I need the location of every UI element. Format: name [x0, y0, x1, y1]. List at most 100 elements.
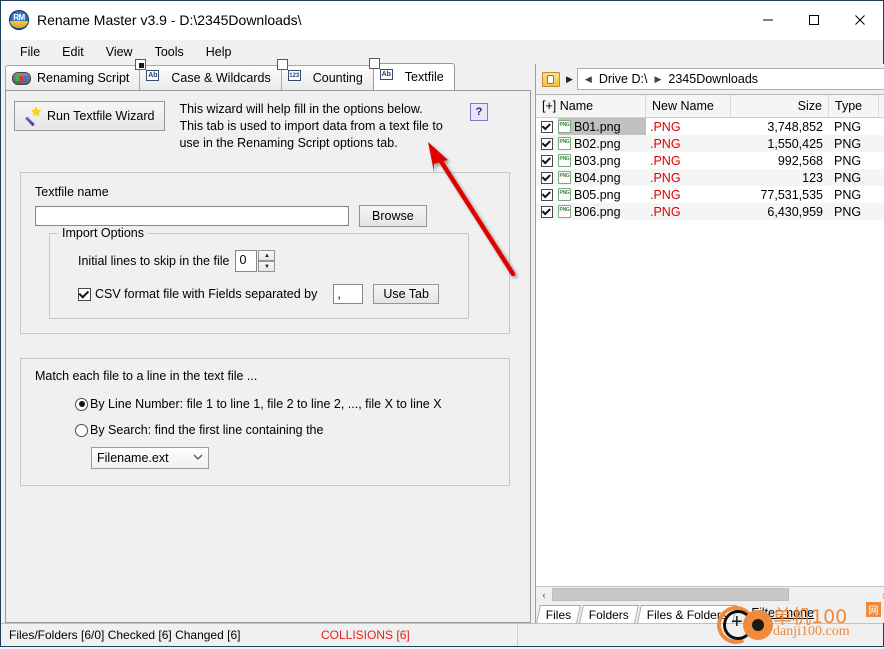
filter-label[interactable]: Filter: none	[751, 606, 814, 620]
row-checkbox[interactable]	[536, 172, 558, 184]
horizontal-scrollbar[interactable]: ‹ ›	[536, 586, 884, 603]
row-checkbox[interactable]	[536, 206, 558, 218]
skip-lines-label: Initial lines to skip in the file	[78, 254, 229, 268]
column-header-name[interactable]: [+] Name	[536, 95, 646, 117]
scroll-right-icon[interactable]: ›	[876, 587, 884, 603]
row-name-cell[interactable]: B03.png	[558, 152, 646, 169]
row-name: B03.png	[574, 154, 621, 168]
file-view-tabs: Files Folders Files & Folders Filter: no…	[536, 603, 884, 623]
row-name-cell[interactable]: B06.png	[558, 203, 646, 220]
use-tab-button[interactable]: Use Tab	[373, 284, 439, 304]
row-new-name: .PNG	[646, 137, 731, 151]
column-header-type[interactable]: Type	[829, 95, 879, 117]
breadcrumb-folder[interactable]: 2345Downloads	[668, 72, 758, 86]
radio-by-line-number-label: By Line Number: file 1 to line 1, file 2…	[90, 397, 442, 411]
tab-label: Case & Wildcards	[171, 71, 270, 85]
close-button[interactable]	[837, 5, 883, 35]
tab-files-and-folders[interactable]: Files & Folders	[637, 605, 737, 623]
menu-item-tools[interactable]: Tools	[144, 42, 195, 62]
maximize-button[interactable]	[791, 5, 837, 35]
row-name: B05.png	[574, 188, 621, 202]
textfile-name-input[interactable]	[35, 206, 349, 226]
table-row[interactable]: B05.png .PNG 77,531,535 PNG	[536, 186, 884, 203]
table-row[interactable]: B01.png .PNG 3,748,852 PNG	[536, 118, 884, 135]
run-textfile-wizard-button[interactable]: Run Textfile Wizard	[14, 101, 165, 131]
radio-by-search-label: By Search: find the first line containin…	[90, 423, 323, 437]
folder-dropdown-icon[interactable]: ▶	[566, 74, 573, 85]
ab-docs-icon: Ab	[146, 70, 165, 86]
png-file-icon	[558, 137, 571, 150]
status-bar: Files/Folders [6/0] Checked [6] Changed …	[1, 623, 883, 646]
row-size: 1,550,425	[731, 137, 829, 151]
tab-textfile[interactable]: Ab Textfile	[373, 63, 455, 90]
table-row[interactable]: B03.png .PNG 992,568 PNG	[536, 152, 884, 169]
back-icon[interactable]: ◀	[585, 74, 592, 85]
png-file-icon	[558, 154, 571, 167]
row-size: 992,568	[731, 154, 829, 168]
ab-docs-icon: Ab	[380, 69, 399, 85]
spin-up-icon[interactable]: ▲	[258, 250, 275, 261]
tab-renaming-script[interactable]: Renaming Script	[5, 65, 140, 90]
browse-button[interactable]: Browse	[359, 205, 427, 227]
row-type: PNG	[829, 171, 879, 185]
row-checkbox[interactable]	[536, 189, 558, 201]
scrollbar-track[interactable]	[552, 587, 876, 603]
match-heading: Match each file to a line in the text fi…	[35, 369, 495, 383]
table-row[interactable]: B04.png .PNG 123 PNG	[536, 169, 884, 186]
tab-case-wildcards[interactable]: Ab Case & Wildcards	[139, 65, 281, 90]
row-size: 77,531,535	[731, 188, 829, 202]
column-header-new-name[interactable]: New Name	[646, 95, 731, 117]
table-row[interactable]: B06.png .PNG 6,430,959 PNG	[536, 203, 884, 220]
help-button[interactable]: ?	[470, 103, 488, 121]
icon-text: Ab	[380, 69, 393, 80]
tab-label: Textfile	[405, 70, 444, 84]
breadcrumb-drive[interactable]: Drive D:\	[599, 72, 648, 86]
column-header-size[interactable]: Size	[731, 95, 829, 117]
row-type: PNG	[829, 154, 879, 168]
table-row[interactable]: B02.png .PNG 1,550,425 PNG	[536, 135, 884, 152]
column-header-extra[interactable]	[879, 95, 884, 117]
breadcrumb[interactable]: ◀ Drive D:\ ▶ 2345Downloads	[577, 68, 884, 90]
file-list[interactable]: B01.png .PNG 3,748,852 PNG B02.png .PNG …	[536, 118, 884, 586]
row-name-cell[interactable]: B05.png	[558, 186, 646, 203]
row-checkbox[interactable]	[536, 121, 558, 133]
row-name-cell[interactable]: B01.png	[558, 118, 646, 135]
row-new-name: .PNG	[646, 188, 731, 202]
scroll-left-icon[interactable]: ‹	[536, 587, 552, 603]
wand-icon	[25, 108, 41, 124]
wizard-button-label: Run Textfile Wizard	[47, 109, 154, 123]
radio-by-search[interactable]	[75, 424, 88, 437]
radio-by-line-number[interactable]	[75, 398, 88, 411]
status-collisions: COLLISIONS [6]	[313, 624, 517, 646]
row-checkbox[interactable]	[536, 155, 558, 167]
row-name: B02.png	[574, 137, 621, 151]
menu-item-help[interactable]: Help	[195, 42, 243, 62]
options-pane: Renaming Script Ab Case & Wildcards	[1, 64, 535, 623]
file-browser-pane: ▶ ◀ Drive D:\ ▶ 2345Downloads [+] Name N…	[535, 64, 884, 623]
folder-hand-icon[interactable]	[540, 69, 562, 89]
row-name-cell[interactable]: B02.png	[558, 135, 646, 152]
row-new-name: .PNG	[646, 205, 731, 219]
csv-format-label: CSV format file with Fields separated by	[95, 287, 317, 301]
row-new-name: .PNG	[646, 120, 731, 134]
tab-label: Counting	[313, 71, 363, 85]
spin-down-icon[interactable]: ▼	[258, 261, 275, 272]
row-name-cell[interactable]: B04.png	[558, 169, 646, 186]
skip-lines-stepper[interactable]: 0 ▲ ▼	[235, 250, 275, 272]
menu-item-edit[interactable]: Edit	[51, 42, 95, 62]
search-field-select[interactable]: Filename.ext	[91, 447, 209, 469]
tab-counting[interactable]: 123 Counting	[281, 65, 374, 90]
png-file-icon	[558, 188, 571, 201]
skip-lines-value[interactable]: 0	[235, 250, 257, 272]
tab-folders[interactable]: Folders	[579, 605, 639, 623]
wizard-description: This wizard will help fill in the option…	[179, 101, 449, 152]
scrollbar-thumb[interactable]	[552, 588, 789, 601]
menu-item-file[interactable]: File	[9, 42, 51, 62]
row-type: PNG	[829, 137, 879, 151]
import-options-group: Import Options Initial lines to skip in …	[49, 233, 469, 319]
row-checkbox[interactable]	[536, 138, 558, 150]
separator-input[interactable]	[333, 284, 363, 304]
minimize-button[interactable]	[745, 5, 791, 35]
csv-format-checkbox[interactable]	[78, 288, 91, 301]
tab-files[interactable]: Files	[536, 605, 581, 623]
